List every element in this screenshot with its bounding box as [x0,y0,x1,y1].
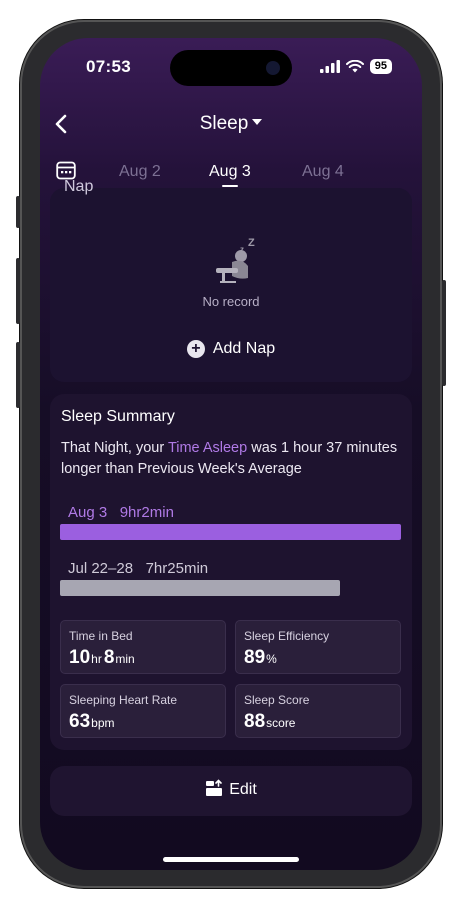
previous-period-bar [60,580,340,596]
current-period-label: Aug 3 9hr2min [68,504,174,521]
action-button [16,196,20,228]
date-tab-next[interactable]: Aug 4 [302,163,344,181]
heart-rate-label: Sleeping Heart Rate [69,693,178,707]
previous-period-value: 7hr25min [145,560,209,577]
edit-label: Edit [229,781,257,799]
page-title: Sleep [199,113,249,134]
nap-title: Nap [64,178,94,195]
sleep-efficiency-value: 89% [244,647,279,669]
edit-card: Edit [50,766,412,816]
dynamic-island [170,50,292,86]
nap-empty-text: No record [202,294,260,309]
page-title-dropdown[interactable]: Sleep [40,113,422,135]
calendar-icon[interactable] [56,160,76,180]
summary-text-part1: That Night, your [61,440,168,456]
sleep-score-label: Sleep Score [244,693,310,707]
add-nap-label: Add Nap [212,340,276,358]
nap-card: Nap Z z No record + Add Nap [50,178,412,382]
time-in-bed-label: Time in Bed [69,629,133,643]
edit-button[interactable]: Edit [50,779,412,799]
sleep-summary-card: Sleep Summary That Night, your Time Asle… [50,394,412,750]
heart-rate-value: 63bpm [69,711,116,733]
time-in-bed-minutes: 8 [103,647,115,668]
volume-down-button [16,342,20,408]
hours-unit: hr [91,652,102,666]
wifi-icon [345,60,364,73]
sleep-score-stat: Sleep Score 88score [235,684,401,738]
add-nap-button[interactable]: + Add Nap [50,340,412,358]
battery-indicator: 95 [369,59,392,74]
score-number: 88 [244,711,266,732]
sleep-summary-sentence: That Night, your Time Asleep was 1 hour … [61,438,401,480]
signal-icon [319,60,340,73]
current-period-value: 9hr2min [119,504,174,521]
sleep-efficiency-label: Sleep Efficiency [244,629,330,643]
date-tab-current[interactable]: Aug 3 [209,163,251,181]
heart-rate-unit: bpm [91,716,115,730]
efficiency-unit: % [266,652,277,666]
plus-icon: + [186,340,205,358]
efficiency-number: 89 [244,647,266,668]
power-button [442,280,446,386]
caret-down-icon [252,118,263,125]
time-in-bed-value: 10hr 8min [69,647,137,669]
date-tab-prev[interactable]: Aug 2 [119,163,161,181]
current-period-bar [60,524,401,540]
camera-icon [266,61,280,75]
heart-rate-stat: Sleeping Heart Rate 63bpm [60,684,226,738]
sleep-summary-title: Sleep Summary [61,408,175,425]
time-in-bed-hours: 10 [69,647,91,668]
previous-period-date: Jul 22–28 [68,560,134,577]
previous-period-label: Jul 22–28 7hr25min [68,560,208,577]
status-icons: 95 [319,59,392,74]
sleep-score-value: 88score [244,711,297,733]
svg-text:Z: Z [248,237,255,249]
volume-up-button [16,258,20,324]
heart-rate-number: 63 [69,711,91,732]
current-period-date: Aug 3 [68,504,108,521]
nap-label: Nap [64,178,93,196]
minutes-unit: min [115,652,135,666]
score-unit: score [266,716,296,730]
home-indicator [163,857,299,862]
status-time: 07:53 [86,57,131,76]
sleep-efficiency-stat: Sleep Efficiency 89% [235,620,401,674]
time-in-bed-stat: Time in Bed 10hr 8min [60,620,226,674]
app-screen: 07:53 95 Sleep Aug 2 Aug 3 Aug 4 Nap Z z… [40,38,422,870]
sleeping-person-icon: Z z [216,237,255,283]
summary-highlight: Time Asleep [167,440,248,456]
edit-upload-icon [206,779,223,796]
date-tab-indicator [222,185,238,187]
